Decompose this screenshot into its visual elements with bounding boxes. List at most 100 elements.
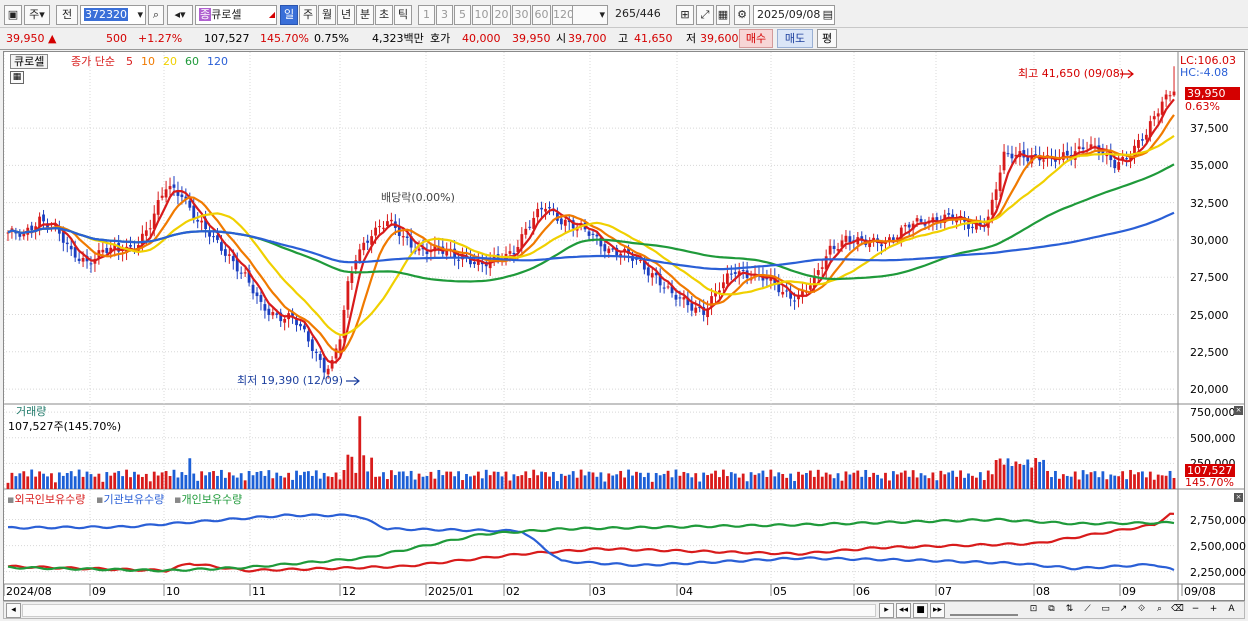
volume-bar — [184, 474, 188, 489]
period-tab[interactable]: 초 — [375, 5, 393, 25]
volume-bar — [714, 470, 717, 489]
zoom-in-icon[interactable]: + — [1206, 603, 1221, 618]
volume-bar — [393, 475, 397, 489]
date-input[interactable]: 2025/09/08 ▤ — [753, 5, 835, 25]
trend-icon[interactable]: ↗ — [1116, 603, 1131, 618]
search-icon[interactable]: ⌕ — [148, 5, 164, 25]
ma-legend-item[interactable]: 10 — [141, 55, 155, 68]
ma-legend-item[interactable]: 20 — [163, 55, 177, 68]
volume-bar — [1073, 471, 1077, 489]
interval-dropdown[interactable]: ▾ — [572, 5, 608, 25]
holdings-legend-item[interactable]: ▪기관보유수량 — [96, 493, 164, 506]
copy-icon[interactable]: ⧉ — [1044, 603, 1059, 618]
stop-icon[interactable]: ■ — [913, 603, 928, 618]
holdings-legend-item[interactable]: ▪개인보유수량 — [174, 493, 242, 506]
interval-tab[interactable]: 120 — [552, 5, 574, 25]
period-select[interactable]: 주▾ — [24, 5, 50, 25]
candle-body — [559, 218, 563, 225]
period-tab[interactable]: 일 — [280, 5, 298, 25]
period-tab[interactable]: 틱 — [394, 5, 412, 25]
volume-bar — [216, 475, 219, 489]
interval-tab[interactable]: 30 — [512, 5, 531, 25]
ma-legend-item[interactable]: 60 — [185, 55, 199, 68]
volume-bar — [556, 481, 559, 489]
holdings-close-icon[interactable]: × — [1234, 493, 1243, 502]
line-tool-icon[interactable]: ⟋ — [1080, 603, 1095, 618]
ma-legend-item[interactable]: 120 — [207, 55, 228, 68]
interval-tab[interactable]: 60 — [532, 5, 551, 25]
arrange-icon[interactable]: ⇅ — [1062, 603, 1077, 618]
stock-name-label[interactable]: 큐로셀 — [10, 54, 49, 69]
ma-legend-item[interactable]: 5 — [126, 55, 133, 68]
holdings-legend-item[interactable]: ▪외국인보유수량 — [7, 493, 85, 506]
volume-bar — [619, 470, 623, 489]
interval-tab[interactable]: 10 — [472, 5, 491, 25]
scroll-track[interactable] — [22, 604, 876, 617]
scroll-right-icon[interactable]: ▸ — [879, 603, 894, 618]
volume-bar — [57, 472, 61, 489]
period-tab[interactable]: 월 — [318, 5, 336, 25]
draw-icon[interactable]: ⊡ — [1026, 603, 1041, 618]
interval-tab[interactable]: 3 — [436, 5, 453, 25]
text-tool-icon[interactable]: A — [1224, 603, 1239, 618]
volume-bar — [923, 475, 927, 489]
grid-icon[interactable]: ⊞ — [676, 5, 694, 25]
high-label: 고 — [618, 32, 629, 45]
x-tick-label: 11 — [252, 585, 266, 598]
volume-bar — [476, 471, 480, 489]
volume-bar — [654, 473, 658, 489]
period-tab[interactable]: 년 — [337, 5, 355, 25]
volume-bar — [429, 471, 433, 489]
period-tab[interactable]: 분 — [356, 5, 374, 25]
scroll-left-icon[interactable]: ◂ — [6, 603, 21, 618]
stock-name-field[interactable]: 종큐로셀 ◢ — [195, 5, 277, 25]
rewind-icon[interactable]: ◂◂ — [896, 603, 911, 618]
volume-bar — [1156, 474, 1160, 489]
volume-bar — [1113, 475, 1117, 489]
flat-button[interactable]: 평 — [817, 29, 837, 48]
volume-bar — [1006, 458, 1010, 489]
period-tab[interactable]: 주 — [299, 5, 317, 25]
volume-bar — [955, 476, 959, 489]
settings-icon[interactable]: ⚙ — [734, 5, 750, 25]
stock-code-input[interactable]: 372320 ▾ — [80, 5, 146, 25]
volume-bar — [559, 473, 563, 489]
interval-tab[interactable]: 1 — [418, 5, 435, 25]
period-tool-icon[interactable]: ⟐ — [1134, 603, 1149, 618]
candle-body — [275, 313, 279, 315]
interval-tab[interactable]: 20 — [492, 5, 511, 25]
volume-bar — [1125, 479, 1128, 489]
zoom-out-icon[interactable]: − — [1188, 603, 1203, 618]
erase-icon[interactable]: ⌫ — [1170, 603, 1185, 618]
buy-button[interactable]: 매수 — [739, 29, 773, 48]
candle-body — [1164, 94, 1168, 100]
screen-icon[interactable]: ▭ — [1098, 603, 1113, 618]
candle-body — [231, 256, 235, 262]
candle-body — [903, 225, 907, 227]
zoom-icon[interactable]: ⤢ — [696, 5, 714, 25]
volume-bar — [121, 476, 125, 489]
volume-bar — [38, 471, 41, 489]
layout-icon[interactable]: ▣ — [4, 5, 22, 25]
count-display: 265/446 — [615, 7, 661, 20]
calculator-icon[interactable]: ▦ — [10, 71, 24, 84]
volume-bar — [575, 477, 579, 489]
candle-body — [243, 272, 247, 274]
chart-scrollbar[interactable]: ◂ ▸ ◂◂ ■ ▸▸ ⊡ ⧉ ⇅ ⟋ ▭ ↗ ⟐ ⌕ ⌫ − + A — [3, 601, 1245, 619]
candle-body — [417, 248, 421, 251]
sound-icon[interactable]: ◂▾ — [167, 5, 193, 25]
chart-canvas[interactable] — [4, 52, 1244, 600]
chart-area[interactable]: 큐로셀 종가 단순 5 10 20 60 120 ▦ LC:106.03 HC:-4.0… — [3, 51, 1246, 601]
candle-body — [907, 224, 911, 228]
save-icon[interactable]: ▦ — [716, 5, 730, 25]
candle-body — [65, 242, 69, 245]
forward-icon[interactable]: ▸▸ — [930, 603, 945, 618]
sell-button[interactable]: 매도 — [777, 29, 813, 48]
magnify-icon[interactable]: ⌕ — [1152, 603, 1167, 618]
volume-bar — [911, 470, 915, 489]
prev-button[interactable]: 전 — [56, 5, 78, 25]
zoom-slider[interactable] — [950, 605, 1018, 616]
interval-tab[interactable]: 5 — [454, 5, 471, 25]
candle-body — [1077, 146, 1081, 150]
volume-close-icon[interactable]: × — [1234, 406, 1243, 415]
